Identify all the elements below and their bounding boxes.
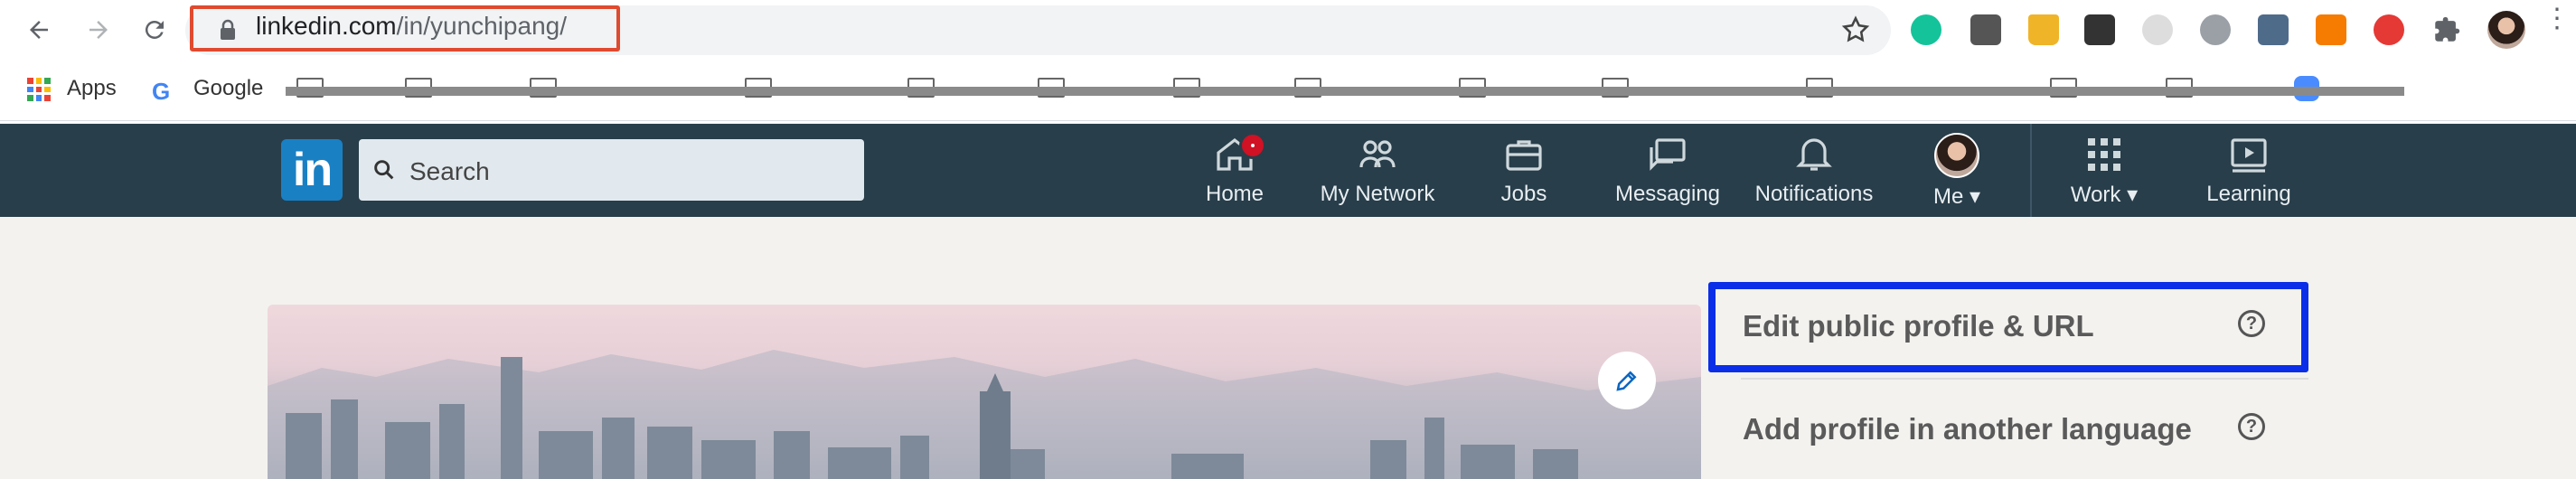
learning-icon [2231, 138, 2267, 173]
bookmark-apps[interactable]: Apps [67, 76, 117, 101]
nav-label: Work [2070, 183, 2121, 207]
search-icon [374, 160, 394, 180]
nav-messaging[interactable]: Messaging [1611, 129, 1725, 212]
edit-background-button[interactable] [1598, 352, 1656, 409]
forward-arrow-icon [89, 21, 108, 39]
nav-learning[interactable]: Learning [2202, 129, 2296, 212]
caret-down-icon: ▾ [2127, 183, 2139, 207]
extension-icon[interactable] [2028, 14, 2059, 45]
briefcase-icon [1506, 140, 1542, 171]
nav-label: Messaging [1614, 182, 1721, 206]
caret-down-icon: ▾ [1969, 184, 1981, 209]
help-icon[interactable]: ? [2238, 413, 2265, 440]
linkedin-logo[interactable]: in [281, 139, 343, 201]
edit-public-profile-link[interactable]: Edit public profile & URL [1743, 309, 2094, 343]
extension-icon[interactable] [2316, 14, 2346, 45]
nav-label: Me [1932, 184, 1964, 209]
profile-background-image [268, 305, 1701, 479]
back-arrow-icon [30, 21, 48, 39]
reload-icon [145, 20, 164, 39]
extension-icon[interactable] [2374, 14, 2404, 45]
city-skyline-image [268, 350, 1701, 479]
network-icon [1359, 140, 1396, 168]
pencil-icon [1616, 371, 1637, 391]
nav-label: Learning [2206, 182, 2291, 206]
puzzle-icon[interactable] [2431, 14, 2462, 50]
messaging-icon [1650, 138, 1686, 171]
search-placeholder: Search [409, 157, 490, 185]
add-profile-language-link[interactable]: Add profile in another language [1743, 412, 2192, 446]
grid-icon [2088, 138, 2120, 171]
profile-avatar[interactable] [2487, 11, 2525, 49]
reload-button[interactable] [134, 9, 175, 51]
nav-label: My Network [1320, 182, 1435, 206]
nav-label: Home [1205, 182, 1264, 206]
back-button[interactable] [18, 9, 60, 51]
nav-work-label: Work ▾ [2071, 182, 2138, 208]
extension-icon[interactable] [2258, 14, 2289, 45]
bell-icon [1796, 138, 1832, 171]
help-icon[interactable]: ? [2238, 310, 2265, 337]
nav-notifications[interactable]: Notifications [1748, 129, 1880, 212]
extension-icon[interactable] [2142, 14, 2173, 45]
avatar [1934, 133, 1979, 178]
notification-badge [1239, 132, 1266, 159]
nav-divider [2030, 124, 2032, 217]
google-icon: G [152, 78, 171, 105]
nav-label: Notifications [1754, 182, 1874, 206]
grammarly-extension-icon[interactable] [1911, 14, 1941, 45]
divider [1741, 378, 2308, 380]
bookmark-google[interactable]: Google [193, 76, 263, 101]
nav-me[interactable]: Me ▾ [1916, 129, 1998, 212]
extension-icon[interactable] [2200, 14, 2231, 45]
forward-button[interactable] [78, 9, 119, 51]
nav-work[interactable]: Work ▾ [2059, 129, 2149, 212]
search-input[interactable]: Search [359, 139, 864, 201]
bookmark-star-icon[interactable] [1840, 14, 1871, 50]
apps-grid-icon [27, 78, 51, 101]
menu-dots-icon[interactable]: ⋮ [2543, 5, 2571, 33]
nav-me-label: Me ▾ [1933, 183, 1980, 210]
extension-icon[interactable] [1970, 14, 2001, 45]
extension-icon[interactable] [2084, 14, 2115, 45]
nav-label: Jobs [1500, 182, 1547, 206]
redaction-bar [286, 87, 2404, 96]
nav-jobs[interactable]: Jobs [1497, 129, 1551, 212]
url-highlight-box [190, 5, 620, 52]
nav-my-network[interactable]: My Network [1312, 129, 1443, 212]
